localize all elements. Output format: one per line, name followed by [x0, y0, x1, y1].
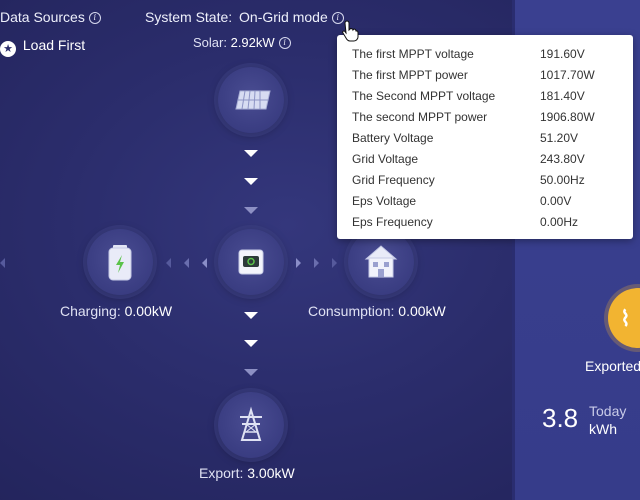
tooltip-row-value: 0.00V — [540, 194, 572, 208]
tooltip-row-value: 0.00Hz — [540, 215, 579, 229]
system-state-tooltip: The first MPPT voltage 191.60V The first … — [337, 35, 633, 239]
consumption-label: Consumption: — [308, 303, 395, 319]
tooltip-row-label: Eps Voltage — [352, 194, 417, 208]
tooltip-row-value: 50.00Hz — [540, 173, 585, 187]
battery-label: Charging: — [60, 303, 121, 319]
tooltip-row: Grid Voltage 243.80V — [352, 152, 622, 168]
flow-arrow — [244, 150, 258, 157]
tooltip-row: The second MPPT power 1906.80W — [352, 110, 622, 126]
battery-node[interactable] — [87, 229, 153, 295]
consumption-power: Consumption: 0.00kW — [308, 303, 446, 319]
grid-value: 3.00kW — [247, 465, 295, 481]
tooltip-row-value: 51.20V — [540, 131, 579, 145]
data-sources-label: Data Sources — [0, 9, 85, 25]
flow-arrow-right — [296, 258, 301, 268]
tooltip-row-label: Grid Voltage — [352, 152, 419, 166]
data-sources-link[interactable]: Data Sources i — [0, 9, 101, 25]
flow-arrow-left — [166, 258, 171, 268]
system-state: System State: On-Grid mode i — [145, 9, 344, 25]
flow-arrow — [244, 369, 258, 376]
flow-arrow-right — [332, 258, 337, 268]
flow-arrow — [244, 178, 258, 185]
tooltip-row: The first MPPT voltage 191.60V — [352, 47, 622, 63]
flow-arrow-left — [0, 258, 5, 268]
system-state-label: System State: — [145, 9, 233, 25]
tooltip-row-label: Battery Voltage — [352, 131, 434, 145]
tooltip-row-value: 1017.70W — [540, 68, 595, 82]
tooltip-row: The first MPPT power 1017.70W — [352, 68, 622, 84]
flow-arrow-right — [314, 258, 319, 268]
tooltip-row-label: The first MPPT voltage — [352, 47, 474, 61]
load-first-label: Load First — [22, 37, 86, 53]
grid-node[interactable] — [218, 392, 284, 458]
grid-power: Export: 3.00kW — [199, 465, 295, 481]
inverter-icon — [238, 249, 264, 275]
tooltip-row-value: 243.80V — [540, 152, 585, 166]
solar-power: Solar: 2.92kW i — [193, 35, 291, 50]
battery-power: Charging: 0.00kW — [60, 303, 172, 319]
info-icon[interactable]: i — [88, 12, 101, 24]
flow-arrow — [244, 207, 258, 214]
tooltip-row-label: The Second MPPT voltage — [352, 89, 496, 103]
star-icon: ★ — [0, 41, 16, 57]
tooltip-row: Grid Frequency 50.00Hz — [352, 173, 622, 189]
tooltip-row: Eps Frequency 0.00Hz — [352, 215, 622, 231]
solar-node[interactable] — [218, 67, 284, 133]
flow-arrow-left — [202, 258, 207, 268]
tooltip-row-label: Eps Frequency — [352, 215, 433, 229]
flow-arrow — [244, 312, 258, 319]
battery-value: 0.00kW — [124, 303, 173, 319]
solar-panel-icon — [235, 90, 271, 110]
today-energy-value: 3.8 — [542, 403, 579, 433]
grid-tower-icon — [240, 406, 262, 441]
exported-badge: ⌇ — [608, 288, 640, 348]
flow-arrow-left — [184, 258, 189, 268]
solar-info-icon[interactable]: i — [278, 37, 291, 49]
load-first-mode: ★ Load First — [0, 37, 85, 57]
solar-value: 2.92kW — [230, 35, 275, 50]
grid-label: Export: — [199, 465, 244, 481]
tooltip-row: Battery Voltage 51.20V — [352, 131, 622, 147]
consumption-value: 0.00kW — [398, 303, 446, 319]
tooltip-row: The Second MPPT voltage 181.40V — [352, 89, 622, 105]
tooltip-row-label: The first MPPT power — [352, 68, 468, 82]
period-label: Today — [589, 403, 627, 419]
tower-icon: ⌇ — [620, 306, 631, 331]
tooltip-row: Eps Voltage 0.00V — [352, 194, 622, 210]
battery-icon — [108, 245, 132, 281]
inverter-node[interactable] — [218, 229, 284, 295]
tooltip-row-label: Grid Frequency — [352, 173, 435, 187]
system-state-value: On-Grid mode — [239, 9, 328, 25]
tooltip-row-value: 181.40V — [540, 89, 585, 103]
exported-label: Exported — [585, 358, 640, 374]
flow-arrow — [244, 340, 258, 347]
hand-cursor-icon — [342, 20, 359, 42]
tooltip-row-value: 191.60V — [540, 47, 585, 61]
solar-label: Solar: — [193, 35, 227, 50]
tooltip-row-value: 1906.80W — [540, 110, 595, 124]
tooltip-row-label: The second MPPT power — [352, 110, 488, 124]
energy-unit: kWh — [589, 421, 617, 437]
